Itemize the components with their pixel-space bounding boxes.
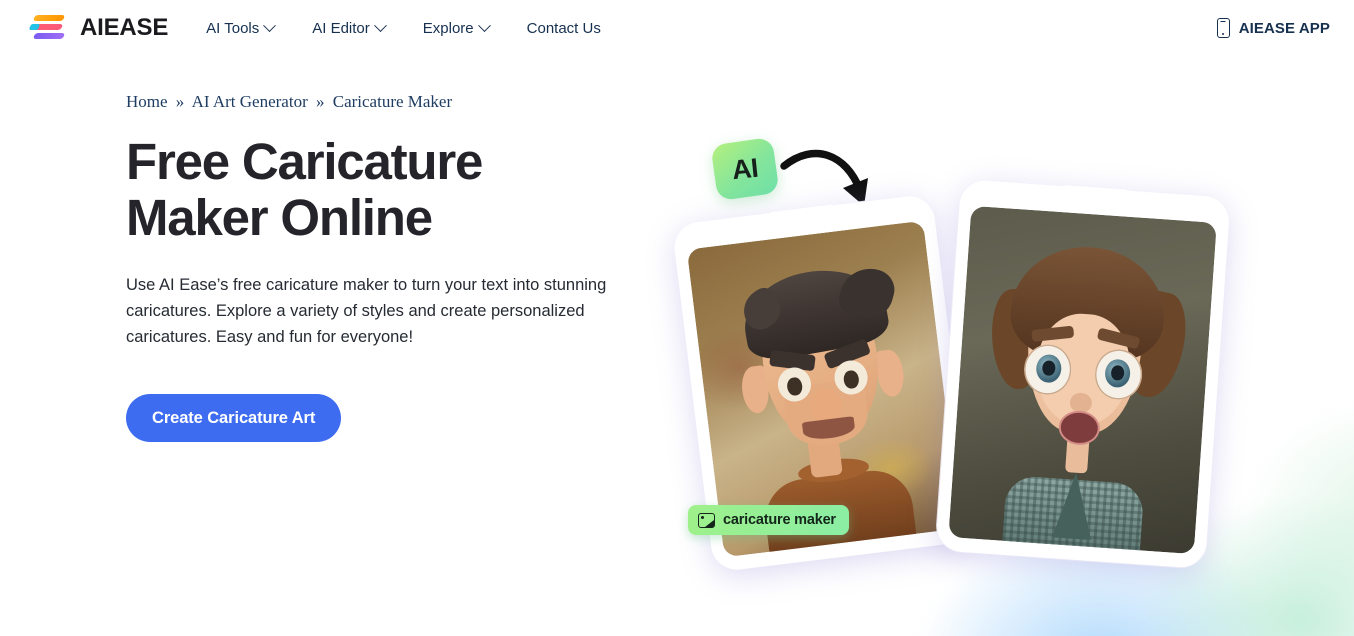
nav-item-ai-tools[interactable]: AI Tools xyxy=(206,18,277,37)
brand-name: AIEASE xyxy=(80,14,169,41)
aiease-app-link[interactable]: AIEASE APP xyxy=(1216,18,1330,38)
breadcrumb-separator: » xyxy=(175,92,185,111)
nav-label: Explore xyxy=(422,19,474,37)
nav-label: Contact Us xyxy=(526,19,601,37)
nav-item-explore[interactable]: Explore xyxy=(422,18,491,37)
hero-text-column: Home » AI Art Generator » Caricature Mak… xyxy=(126,92,702,442)
aiease-logo-icon xyxy=(26,13,70,43)
nav-item-ai-editor[interactable]: AI Editor xyxy=(312,18,387,37)
breadcrumb: Home » AI Art Generator » Caricature Mak… xyxy=(126,92,702,112)
main-navigation: AI Tools AI Editor Explore Contact Us xyxy=(206,18,601,37)
aiease-app-label: AIEASE APP xyxy=(1238,19,1330,37)
hero-section: Home » AI Art Generator » Caricature Mak… xyxy=(0,56,1354,442)
mobile-phone-icon xyxy=(1216,18,1230,38)
create-caricature-art-button[interactable]: Create Caricature Art xyxy=(126,394,342,442)
caricature-maker-badge-label: caricature maker xyxy=(723,512,836,528)
breadcrumb-item-caricature-maker: Caricature Maker xyxy=(332,92,453,111)
page-title: Free Caricature Maker Online xyxy=(126,133,483,246)
breadcrumb-item-home[interactable]: Home xyxy=(126,92,168,111)
hero-description: Use AI Ease’s free caricature maker to t… xyxy=(126,276,607,346)
chevron-down-icon xyxy=(477,18,491,32)
nav-label: AI Tools xyxy=(206,19,260,37)
nav-item-contact-us[interactable]: Contact Us xyxy=(527,20,601,37)
breadcrumb-item-ai-art-generator[interactable]: AI Art Generator xyxy=(192,92,308,111)
site-header: AIEASE AI Tools AI Editor Explore Contac… xyxy=(0,0,1354,56)
breadcrumb-separator: » xyxy=(315,92,325,111)
chevron-down-icon xyxy=(373,18,387,32)
nav-label: AI Editor xyxy=(312,19,370,37)
chevron-down-icon xyxy=(263,18,277,32)
brand-logo-link[interactable]: AIEASE xyxy=(26,13,168,43)
caricature-maker-badge: caricature maker xyxy=(688,505,849,535)
image-photo-icon xyxy=(698,512,715,528)
